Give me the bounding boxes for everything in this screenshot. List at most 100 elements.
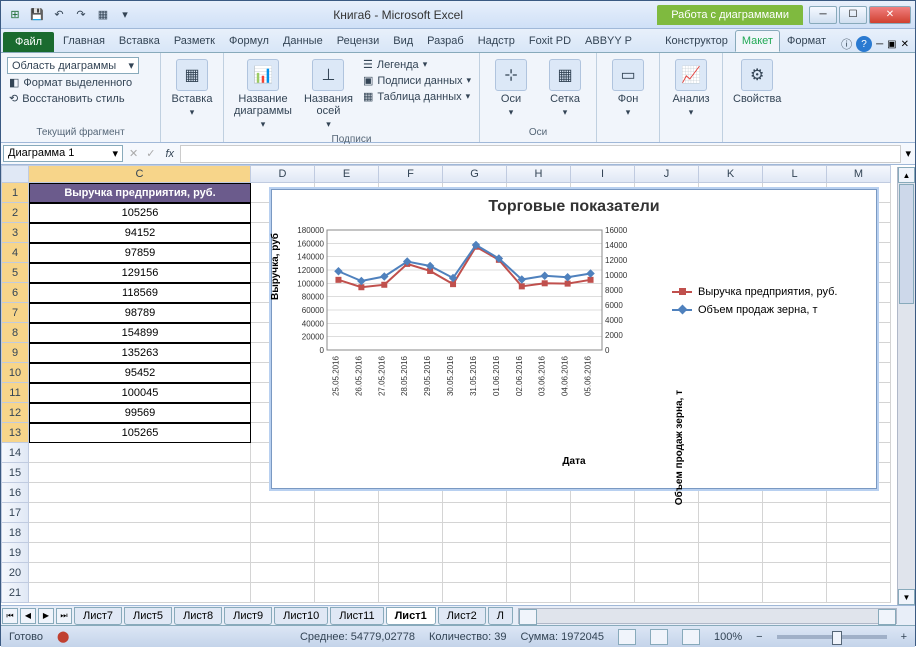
empty-cell[interactable] [699, 583, 763, 603]
row-header[interactable]: 19 [1, 543, 29, 563]
tab-nav-last[interactable]: ⏭ [56, 608, 72, 624]
scroll-up-icon[interactable]: ▲ [898, 167, 915, 183]
minimize-ribbon-icon[interactable]: ⓘ [841, 36, 852, 52]
tab-nav-first[interactable]: ⏮ [2, 608, 18, 624]
row-header[interactable]: 14 [1, 443, 29, 463]
empty-cell[interactable] [827, 503, 891, 523]
scroll-thumb[interactable] [899, 184, 914, 304]
empty-cell[interactable] [827, 523, 891, 543]
empty-cell[interactable] [763, 563, 827, 583]
sheet-tab[interactable]: Лист1 [386, 607, 436, 625]
empty-cell[interactable] [251, 543, 315, 563]
fx-icon[interactable]: fx [159, 148, 180, 160]
empty-cell[interactable] [699, 563, 763, 583]
column-header[interactable]: C [29, 165, 251, 183]
tab-nav-next[interactable]: ▶ [38, 608, 54, 624]
scroll-down-icon[interactable]: ▼ [898, 589, 915, 605]
minimize-button[interactable]: ─ [809, 6, 837, 24]
empty-cell[interactable] [827, 583, 891, 603]
data-cell[interactable]: 94152 [29, 223, 251, 243]
redo-icon[interactable]: ↷ [71, 5, 91, 25]
view-layout-icon[interactable] [650, 629, 668, 645]
view-pagebreak-icon[interactable] [682, 629, 700, 645]
column-header[interactable]: F [379, 165, 443, 183]
empty-cell[interactable] [29, 443, 251, 463]
empty-cell[interactable] [699, 503, 763, 523]
empty-cell[interactable] [251, 503, 315, 523]
empty-cell[interactable] [635, 523, 699, 543]
sheet-tab[interactable]: Лист11 [330, 607, 383, 625]
empty-cell[interactable] [763, 543, 827, 563]
gridlines-button[interactable]: ▦Сетка [540, 57, 590, 120]
empty-cell[interactable] [571, 523, 635, 543]
save-icon[interactable]: 💾 [27, 5, 47, 25]
row-header[interactable]: 21 [1, 583, 29, 603]
empty-cell[interactable] [571, 583, 635, 603]
tab-insert[interactable]: Вставка [112, 30, 167, 52]
vertical-scrollbar[interactable]: ▲ ▼ [897, 167, 915, 605]
row-header[interactable]: 20 [1, 563, 29, 583]
data-cell[interactable]: 100045 [29, 383, 251, 403]
empty-cell[interactable] [763, 523, 827, 543]
select-all-corner[interactable] [1, 165, 29, 183]
tab-abbyy[interactable]: ABBYY P [578, 30, 639, 52]
row-header[interactable]: 6 [1, 283, 29, 303]
empty-cell[interactable] [379, 563, 443, 583]
data-cell[interactable]: 97859 [29, 243, 251, 263]
row-header[interactable]: 10 [1, 363, 29, 383]
empty-cell[interactable] [29, 583, 251, 603]
data-cell[interactable]: 105256 [29, 203, 251, 223]
empty-cell[interactable] [379, 503, 443, 523]
tab-layout[interactable]: Разметк [167, 30, 222, 52]
empty-cell[interactable] [315, 563, 379, 583]
file-tab[interactable]: Файл [3, 32, 54, 52]
background-button[interactable]: ▭Фон [603, 57, 653, 120]
chart-element-combo[interactable]: Область диаграммы▾ [7, 57, 139, 74]
empty-cell[interactable] [315, 543, 379, 563]
horizontal-scrollbar[interactable] [518, 608, 897, 624]
legend-button[interactable]: ☰Легенда [361, 57, 473, 72]
empty-cell[interactable] [379, 523, 443, 543]
empty-cell[interactable] [379, 543, 443, 563]
fx-cancel-icon[interactable]: ✕ [125, 147, 142, 160]
empty-cell[interactable] [443, 563, 507, 583]
sheet-tab[interactable]: Лист7 [74, 607, 122, 625]
sheet-tab[interactable]: Лист10 [274, 607, 328, 625]
empty-cell[interactable] [443, 543, 507, 563]
empty-cell[interactable] [443, 503, 507, 523]
empty-cell[interactable] [507, 583, 571, 603]
data-cell[interactable]: 105265 [29, 423, 251, 443]
column-header[interactable]: I [571, 165, 635, 183]
column-header[interactable]: L [763, 165, 827, 183]
empty-cell[interactable] [507, 523, 571, 543]
row-header[interactable]: 9 [1, 343, 29, 363]
empty-cell[interactable] [251, 523, 315, 543]
empty-cell[interactable] [763, 583, 827, 603]
axis-titles-button[interactable]: ⊥Названия осей [300, 57, 357, 132]
row-header[interactable]: 8 [1, 323, 29, 343]
row-header[interactable]: 11 [1, 383, 29, 403]
name-box[interactable]: Диаграмма 1▾ [3, 145, 123, 162]
tab-foxit[interactable]: Foxit PD [522, 30, 578, 52]
row-header[interactable]: 3 [1, 223, 29, 243]
sheet-tab[interactable]: Лист5 [124, 607, 172, 625]
doc-restore-icon[interactable]: ▣ [887, 39, 896, 50]
tab-addins[interactable]: Надстр [471, 30, 522, 52]
tab-chart-format[interactable]: Формат [780, 30, 833, 52]
row-header[interactable]: 12 [1, 403, 29, 423]
tab-nav-prev[interactable]: ◀ [20, 608, 36, 624]
empty-cell[interactable] [507, 503, 571, 523]
tab-data[interactable]: Данные [276, 30, 330, 52]
data-cell[interactable]: 118569 [29, 283, 251, 303]
empty-cell[interactable] [29, 463, 251, 483]
data-cell[interactable]: 95452 [29, 363, 251, 383]
empty-cell[interactable] [763, 503, 827, 523]
empty-cell[interactable] [699, 523, 763, 543]
empty-cell[interactable] [315, 503, 379, 523]
tab-chart-layout[interactable]: Макет [735, 30, 780, 52]
empty-cell[interactable] [315, 583, 379, 603]
empty-cell[interactable] [827, 543, 891, 563]
data-cell[interactable]: 98789 [29, 303, 251, 323]
zoom-out-icon[interactable]: − [756, 631, 762, 643]
empty-cell[interactable] [507, 563, 571, 583]
